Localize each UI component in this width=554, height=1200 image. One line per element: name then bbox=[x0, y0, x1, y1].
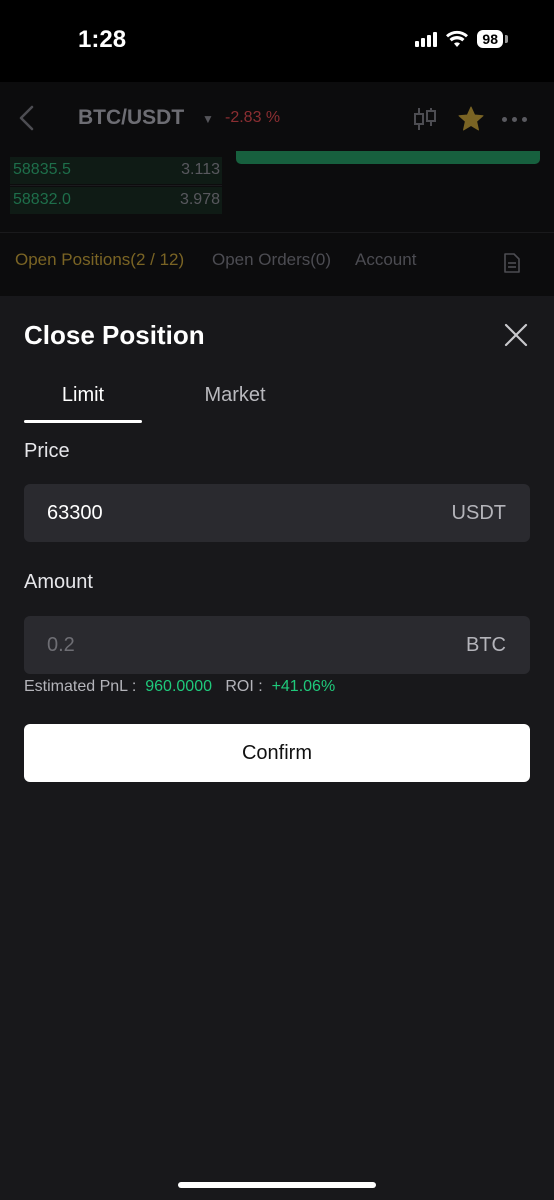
confirm-button[interactable]: Confirm bbox=[24, 724, 530, 782]
pair-title[interactable]: BTC/USDT bbox=[78, 106, 184, 130]
battery-icon: 98 bbox=[477, 30, 508, 48]
status-time: 1:28 bbox=[78, 26, 127, 53]
amount-label: Amount bbox=[24, 571, 93, 593]
tab-market[interactable]: Market bbox=[174, 384, 296, 407]
active-tab-indicator bbox=[24, 420, 142, 423]
orderbook-price: 58832.0 bbox=[13, 191, 71, 208]
orderbook-qty: 3.113 bbox=[181, 161, 220, 178]
orderbook-row: 58832.0 3.978 bbox=[10, 187, 222, 214]
star-icon[interactable] bbox=[457, 105, 485, 133]
price-label: Price bbox=[24, 440, 70, 462]
home-indicator bbox=[178, 1182, 376, 1188]
battery-level: 98 bbox=[477, 30, 503, 48]
tab-open-orders[interactable]: Open Orders(0) bbox=[212, 250, 331, 270]
orderbook-row: 58835.5 3.113 bbox=[10, 157, 222, 184]
status-icons: 98 bbox=[415, 30, 508, 48]
signal-icon bbox=[415, 31, 438, 47]
close-icon[interactable] bbox=[503, 322, 529, 348]
top-nav: BTC/USDT ▼ -2.83 % bbox=[0, 90, 554, 146]
amount-unit: BTC bbox=[466, 634, 506, 656]
wifi-icon bbox=[446, 30, 469, 47]
estimated-pnl-line: Estimated PnL : 960.0000 ROI : +41.06% bbox=[24, 678, 335, 696]
more-icon[interactable] bbox=[502, 117, 527, 122]
divider bbox=[10, 185, 222, 186]
sheet-title: Close Position bbox=[24, 320, 205, 350]
roi-label: ROI : bbox=[225, 678, 263, 695]
depth-bar bbox=[236, 151, 540, 164]
price-value[interactable]: 63300 bbox=[47, 502, 103, 525]
orderbook-qty: 3.978 bbox=[179, 191, 220, 208]
tab-open-positions[interactable]: Open Positions(2 / 12) bbox=[15, 250, 184, 270]
tab-limit[interactable]: Limit bbox=[24, 384, 142, 407]
pnl-label: Estimated PnL : bbox=[24, 678, 137, 695]
tab-account[interactable]: Account bbox=[355, 250, 416, 270]
orderbook-price: 58835.5 bbox=[13, 161, 71, 178]
candlestick-icon[interactable] bbox=[412, 106, 438, 132]
caret-down-icon[interactable]: ▼ bbox=[202, 112, 214, 126]
amount-placeholder[interactable]: 0.2 bbox=[47, 634, 75, 657]
price-input[interactable]: 63300 USDT bbox=[24, 484, 530, 542]
price-unit: USDT bbox=[451, 502, 506, 524]
back-icon[interactable] bbox=[14, 104, 40, 132]
status-bar: 1:28 98 bbox=[0, 0, 554, 82]
price-change: -2.83 % bbox=[225, 109, 281, 126]
document-icon[interactable] bbox=[503, 253, 521, 273]
pnl-value: 960.0000 bbox=[145, 678, 212, 695]
amount-input[interactable]: 0.2 BTC bbox=[24, 616, 530, 674]
close-position-sheet: Close Position Limit Market Price 63300 … bbox=[0, 296, 554, 1200]
roi-value: +41.06% bbox=[271, 678, 336, 695]
